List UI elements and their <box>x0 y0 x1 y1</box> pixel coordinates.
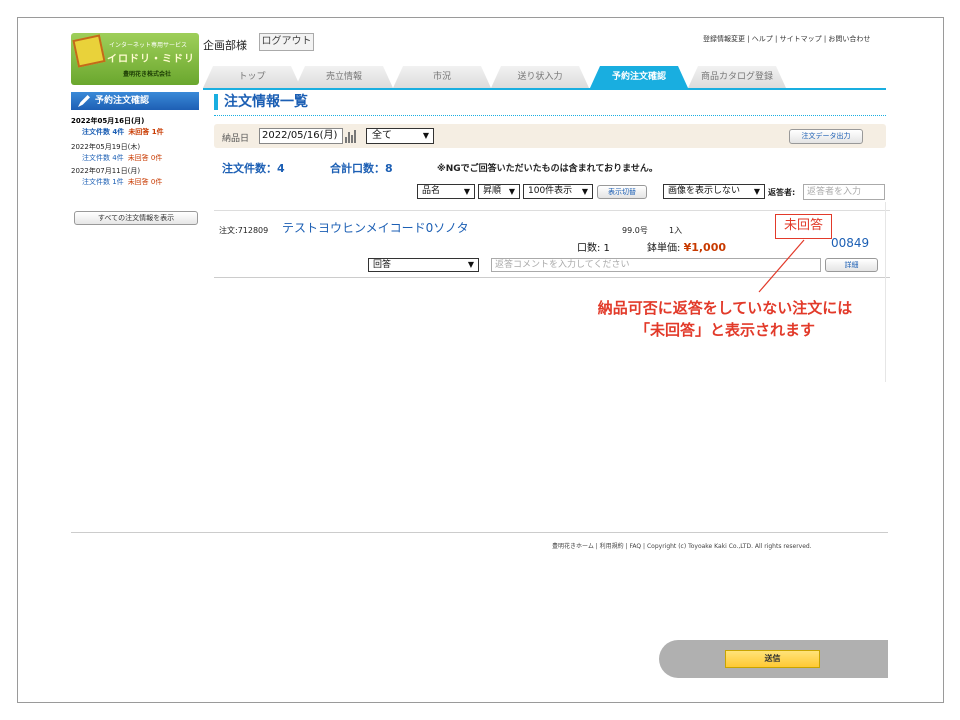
content-right-border <box>885 202 886 382</box>
callout-line-2: 「未回答」と表示されます <box>634 321 815 339</box>
footer-divider <box>71 532 888 533</box>
callout-annotation: 納品可否に返答をしていない注文には 「未回答」と表示されます <box>555 297 895 341</box>
copyright: Copyright (c) Toyoake Kaki Co.,LTD. All … <box>646 543 812 550</box>
callout-pointer <box>758 239 805 293</box>
footer: 豊明花きホーム | 利用規約 | FAQ | Copyright (c) Toy… <box>552 543 812 550</box>
send-button[interactable]: 送信 <box>725 650 820 668</box>
footer-links[interactable]: 豊明花きホーム | 利用規約 | FAQ <box>552 543 641 550</box>
callout-line-1: 納品可否に返答をしていない注文には <box>597 299 853 317</box>
